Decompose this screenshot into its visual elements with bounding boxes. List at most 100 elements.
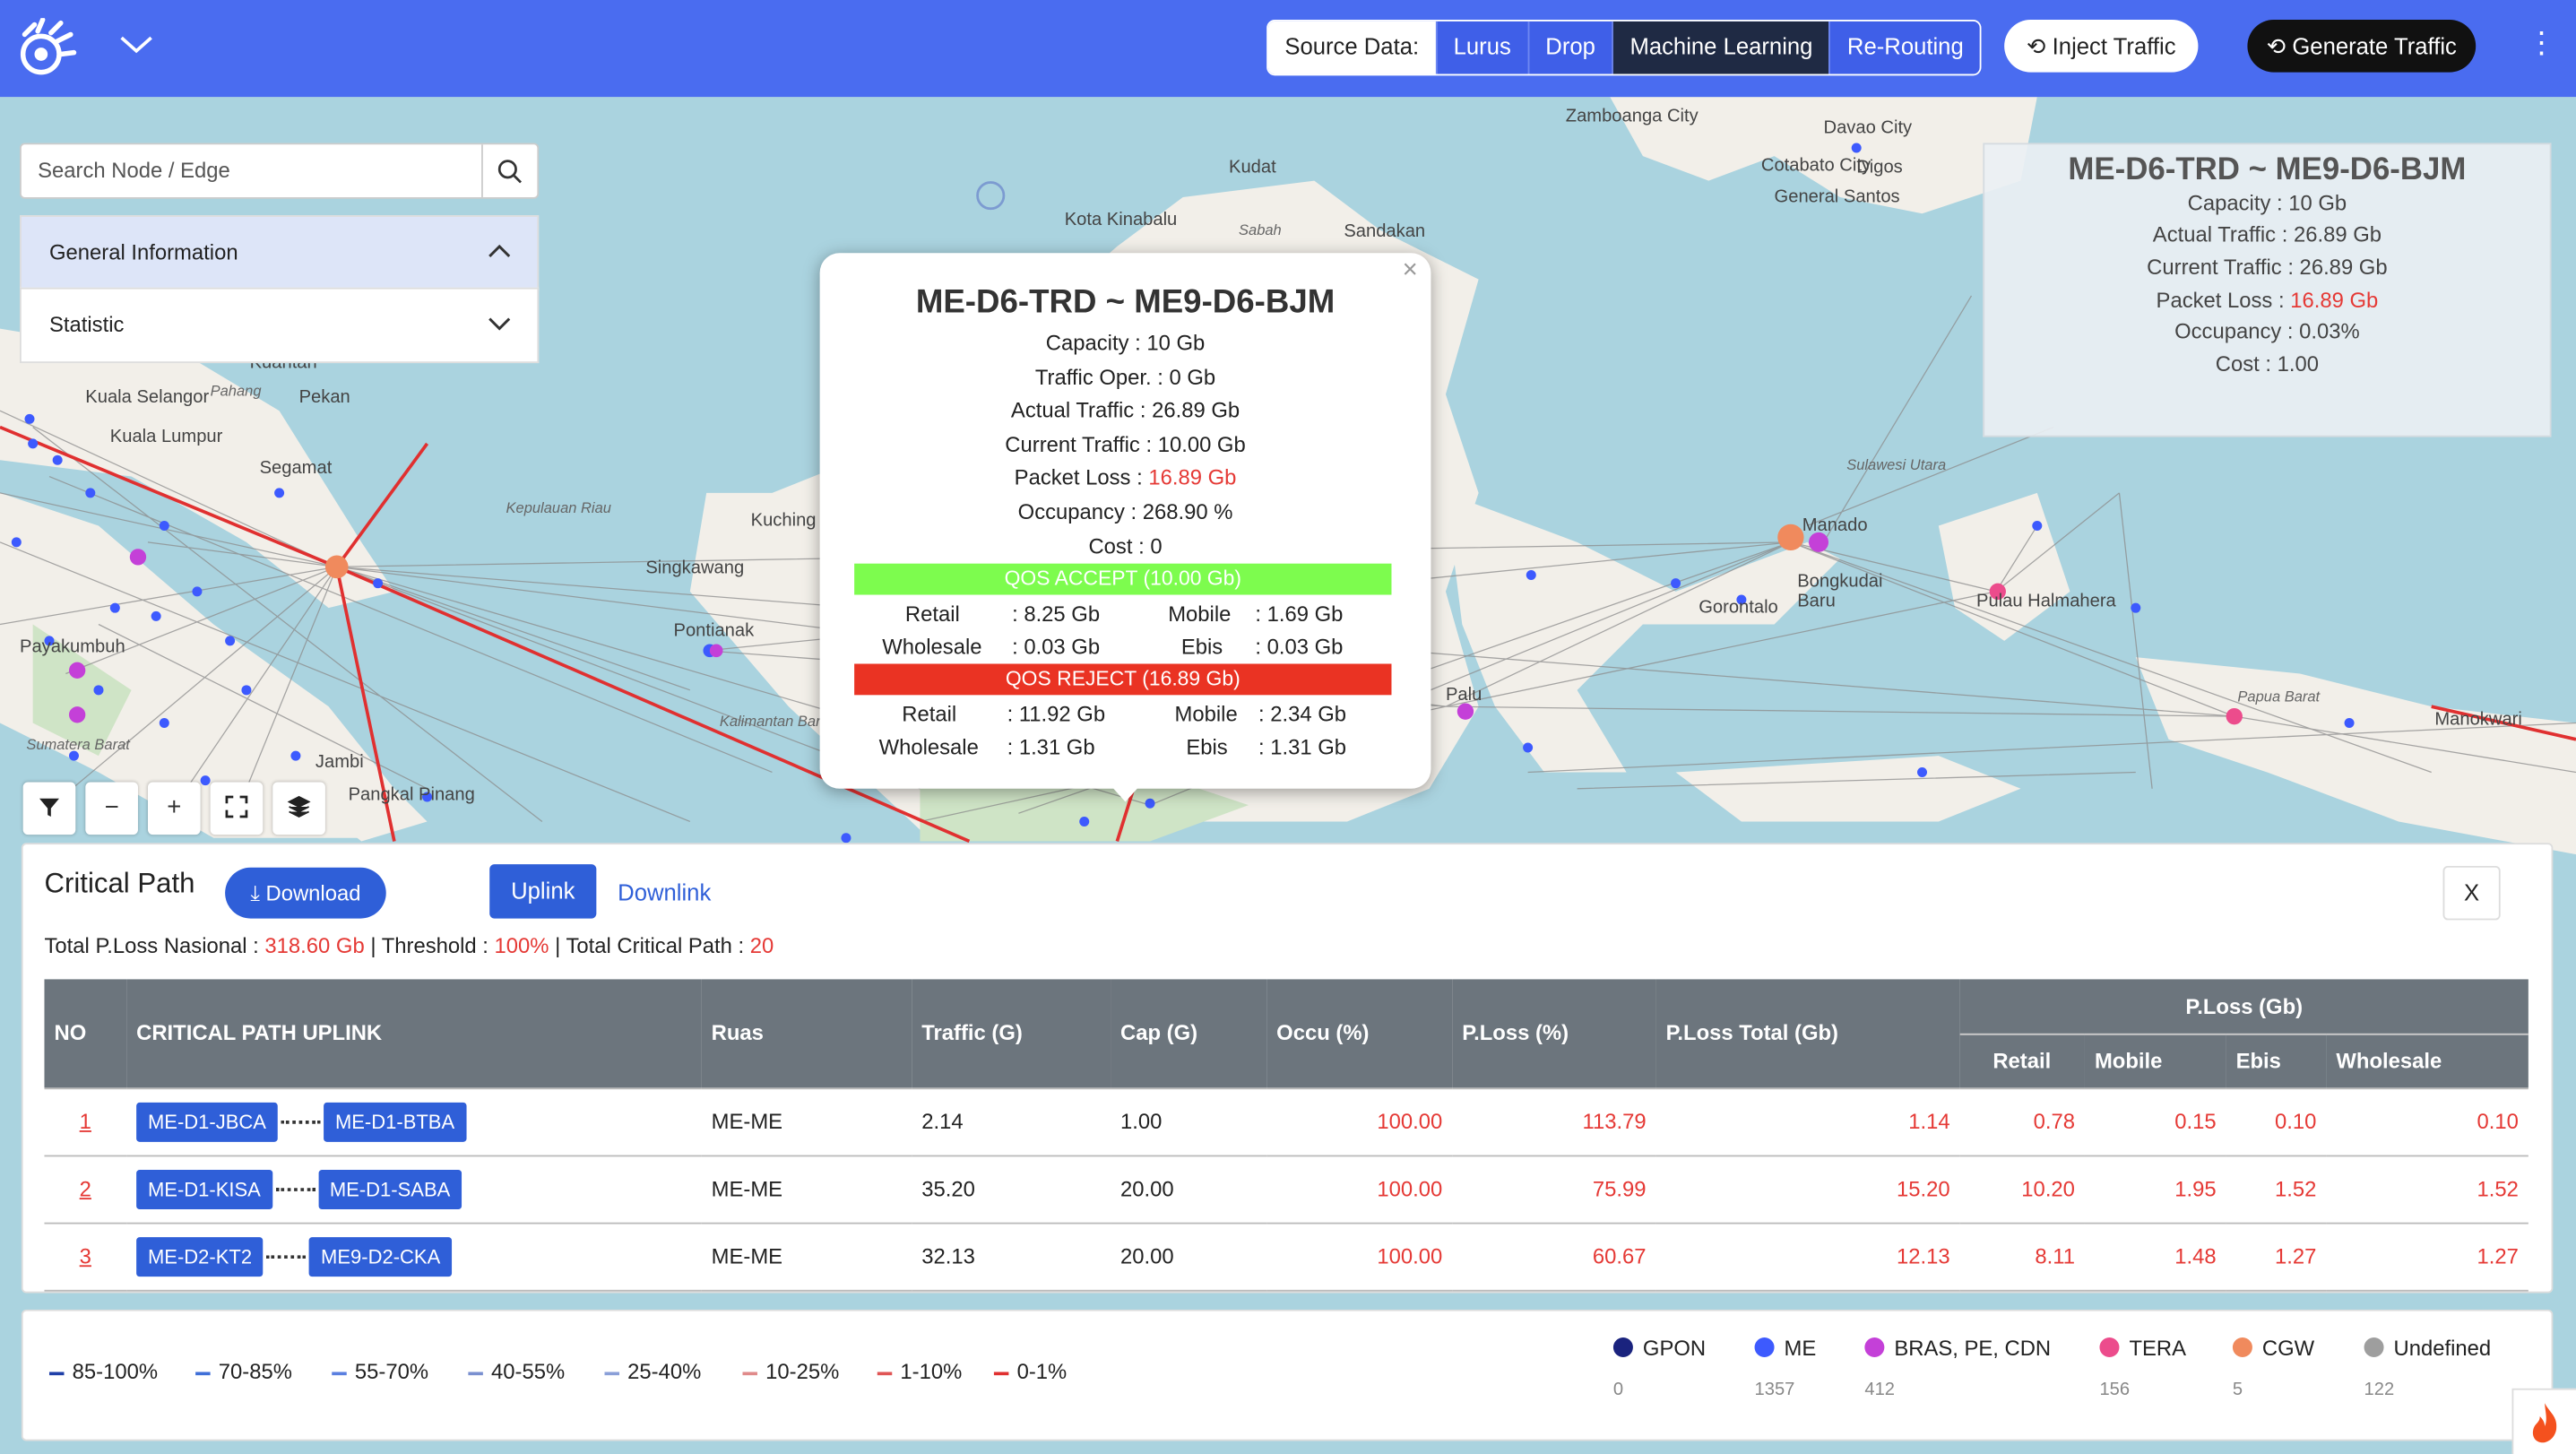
popup-title: ME-D6-TRD ~ ME9-D6-BJM [915, 284, 1336, 321]
map-label: Papua Barat [2237, 688, 2321, 705]
generate-traffic-label: Generate Traffic [2292, 32, 2457, 59]
source-option-lurus[interactable]: Lurus [1435, 21, 1528, 74]
accept-retail-label: Retail [904, 601, 960, 627]
popup-packet-loss: Packet Loss : 16.89 Gb [820, 465, 1431, 489]
ruas-cell: ME-ME [701, 1155, 912, 1224]
map-label: Manado [1802, 515, 1868, 536]
info-packet-loss: Packet Loss : 16.89 Gb [1984, 288, 2550, 312]
generate-traffic-button[interactable]: ⟲ Generate Traffic [2247, 19, 2477, 73]
critical-path-panel: Critical Path ⤓ Download Uplink Downlink… [21, 843, 2554, 1294]
accordion-general-information[interactable]: General Information [19, 215, 540, 291]
map-label: Segamat [259, 458, 333, 479]
accept-mobile-value: : 1.69 Gb [1255, 601, 1344, 627]
row-no-link[interactable]: 3 [44, 1222, 127, 1291]
zoom-in-button[interactable]: + [147, 782, 201, 835]
path-cell: ME-D2-KT2 ME9-D2-CKA [126, 1222, 702, 1291]
edge-info-panel: ME-D6-TRD ~ ME9-D6-BJM Capacity : 10 Gb … [1983, 143, 2552, 437]
reject-mobile-value: : 2.34 Gb [1258, 701, 1347, 727]
summary-ploss-value: 318.60 Gb [264, 933, 365, 958]
popup-actual-traffic: Actual Traffic : 26.89 Gb [1010, 397, 1240, 423]
map-label: Pekan [298, 387, 350, 408]
filter-icon[interactable] [22, 782, 76, 835]
node-badge[interactable]: ME-D1-KISA [136, 1169, 272, 1209]
critical-path-title: Critical Path [44, 867, 195, 899]
occu-cell: 100.00 [1266, 1155, 1453, 1224]
map-label: Jambi [315, 752, 364, 773]
col-occu: Occu (%) [1266, 979, 1453, 1088]
table-row: 1 ME-D1-JBCA ME-D1-BTBA ME-ME 2.14 1.00 1… [44, 1086, 2528, 1156]
node-badge[interactable]: ME-D1-BTBA [324, 1101, 467, 1141]
mobile-cell: 1.48 [2084, 1222, 2226, 1291]
legend-node-type: CGW [2232, 1336, 2314, 1361]
col-path: CRITICAL PATH UPLINK [126, 979, 702, 1088]
mobile-cell: 1.95 [2084, 1155, 2226, 1224]
accept-ebis-value: : 0.03 Gb [1255, 634, 1344, 659]
legend-node-count: 122 [2364, 1380, 2395, 1400]
retail-cell: 0.78 [1959, 1086, 2085, 1156]
legend-node-type: ME [1754, 1336, 1816, 1361]
app-logo-icon[interactable] [14, 18, 77, 77]
land-papua [2135, 657, 2576, 855]
legend-node-count: 1357 [1754, 1380, 1795, 1400]
zoom-out-button[interactable]: − [85, 782, 138, 835]
row-no-link[interactable]: 2 [44, 1155, 127, 1224]
popup-occupancy: Occupancy : 268.90 % [1017, 499, 1233, 524]
search-input[interactable]: Search Node / Edge [38, 158, 230, 182]
accordion-statistic[interactable]: Statistic [19, 287, 540, 364]
col-retail: Retail [1959, 1033, 2085, 1088]
map-label: Sumatera Barat [26, 736, 130, 753]
summary-label: | Total Critical Path : [549, 933, 750, 958]
packet-loss-value: 16.89 Gb [2290, 287, 2379, 313]
close-icon[interactable]: × [1403, 256, 1418, 286]
downlink-tab[interactable]: Downlink [618, 879, 711, 905]
node-badge[interactable]: ME-D1-JBCA [136, 1101, 278, 1141]
top-navbar: Source Data: Lurus Drop Machine Learning… [0, 0, 2576, 98]
packet-loss-label: Packet Loss : [2156, 287, 2291, 313]
inject-traffic-button[interactable]: ⟲ Inject Traffic [2004, 19, 2199, 73]
chevron-up-icon [488, 244, 511, 257]
accept-mobile-label: Mobile [1168, 601, 1232, 627]
accordion-title: General Information [48, 239, 238, 265]
retail-cell: 10.20 [1959, 1155, 2085, 1224]
fire-icon[interactable] [2511, 1388, 2576, 1454]
layers-icon[interactable] [272, 782, 325, 835]
close-critical-path-button[interactable]: X [2442, 865, 2501, 921]
ruas-cell: ME-ME [701, 1086, 912, 1156]
search-node-edge[interactable]: Search Node / Edge [19, 143, 540, 199]
ploss-cell: 113.79 [1452, 1086, 1656, 1156]
search-icon [497, 160, 523, 184]
search-button[interactable] [481, 144, 537, 197]
map-label: Cotabato City [1760, 156, 1871, 177]
refresh-icon: ⟲ [2266, 32, 2286, 59]
legend-node-count: 0 [1612, 1380, 1624, 1400]
source-option-machine-learning[interactable]: Machine Learning [1612, 21, 1829, 74]
traffic-cell: 32.13 [912, 1222, 1111, 1291]
download-button[interactable]: ⤓ Download [225, 867, 386, 919]
critical-path-table: NO CRITICAL PATH UPLINK Ruas Traffic (G)… [44, 979, 2528, 1291]
map-ring-marker [976, 181, 1006, 211]
row-no-link[interactable]: 1 [44, 1086, 127, 1156]
path-connector [281, 1120, 321, 1123]
refresh-icon: ⟲ [2027, 32, 2046, 59]
node-badge[interactable]: ME-D2-KT2 [136, 1236, 264, 1277]
accept-wholesale-label: Wholesale [882, 634, 982, 659]
map-label: Singkawang [645, 558, 745, 579]
path-cell: ME-D1-KISA ME-D1-SABA [126, 1155, 702, 1224]
legend-range: 10-25% [742, 1359, 839, 1383]
more-options-icon[interactable]: ⋮ [2527, 26, 2556, 69]
legend-node-type: Undefined [2364, 1336, 2491, 1361]
source-option-re-routing[interactable]: Re-Routing [1828, 21, 1981, 74]
legend-node-count: 156 [2099, 1380, 2131, 1400]
popup-traffic-oper: Traffic Oper. : 0 Gb [1034, 364, 1216, 390]
path-connector [266, 1254, 307, 1259]
map-label: Kuching [750, 511, 817, 532]
accept-wholesale-value: : 0.03 Gb [1012, 634, 1101, 659]
map-label: Kudat [1229, 157, 1276, 177]
chevron-down-icon[interactable] [118, 30, 154, 59]
table-row: 2 ME-D1-KISA ME-D1-SABA ME-ME 35.20 20.00… [44, 1155, 2528, 1224]
node-badge[interactable]: ME9-D2-CKA [309, 1236, 453, 1277]
fullscreen-icon[interactable] [210, 782, 264, 835]
source-option-drop[interactable]: Drop [1527, 21, 1612, 74]
node-badge[interactable]: ME-D1-SABA [318, 1169, 462, 1209]
uplink-tab[interactable]: Uplink [489, 864, 597, 919]
